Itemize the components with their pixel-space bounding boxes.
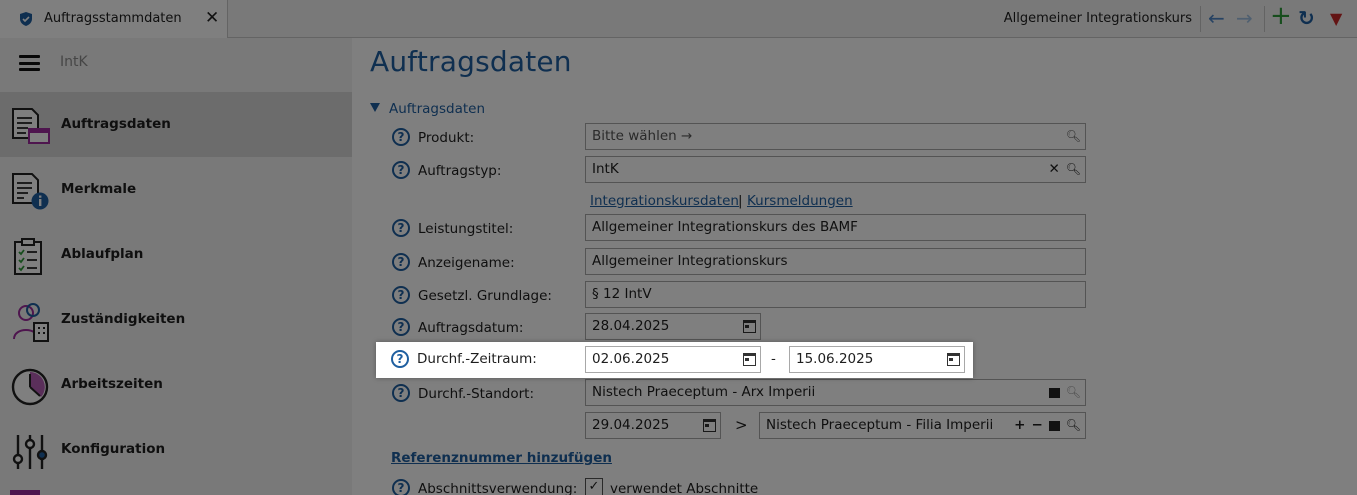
shield-icon [20, 12, 32, 26]
toolbar-divider [1200, 6, 1201, 32]
sidebar-item-zustaendigkeiten[interactable]: Zuständigkeiten [0, 287, 352, 352]
label-durchf-standort: Durchf.-Standort: [418, 386, 535, 402]
chevron-right-icon: > [735, 416, 748, 434]
label-anzeigename: Anzeigename: [418, 255, 515, 271]
label-auftragsdatum: Auftragsdatum: [418, 320, 524, 336]
auftragstyp-field[interactable]: IntK ✕ 🔍︎ [585, 156, 1086, 183]
calendar-icon[interactable] [703, 419, 716, 432]
sidebar-item-auftragsdaten[interactable]: Auftragsdaten [0, 92, 352, 157]
search-icon[interactable]: 🔍︎ [1066, 124, 1081, 149]
tab-label: Auftragsstammdaten [44, 11, 182, 26]
label-produkt: Produkt: [418, 130, 475, 146]
next-nav-icon-partial [10, 490, 40, 495]
link-integrationskursdaten[interactable]: Integrationskursdaten [590, 193, 739, 209]
sidebar-item-label: Konfiguration [61, 441, 166, 457]
document-info-icon [12, 173, 49, 210]
standort-date-input[interactable]: 29.04.2025 [585, 412, 721, 439]
label-leistungstitel: Leistungstitel: [418, 221, 514, 237]
top-bar: Auftragsstammdaten ✕ Allgemeiner Integra… [0, 0, 1357, 38]
sidebar-item-label: Arbeitszeiten [61, 376, 163, 392]
leistungstitel-input[interactable]: Allgemeiner Integrationskurs des BAMF [585, 214, 1086, 241]
sidebar-item-label: Zuständigkeiten [61, 311, 186, 327]
standort2-field[interactable]: Nistech Praeceptum - Filia Imperii + − 🔍… [759, 412, 1086, 439]
help-icon[interactable]: ? [392, 384, 410, 402]
main-content: Auftragsdaten Auftragsdaten ? Produkt: B… [352, 38, 1357, 495]
clock-icon [11, 368, 49, 406]
back-arrow-icon[interactable]: ← [1208, 5, 1225, 31]
help-icon[interactable]: ? [392, 253, 410, 271]
search-icon[interactable]: 🔍︎ [1066, 157, 1081, 182]
building-icon[interactable] [1048, 387, 1060, 398]
sidebar-item-label: Ablaufplan [61, 246, 144, 262]
help-icon[interactable]: ? [392, 286, 410, 304]
standort-field[interactable]: Nistech Praeceptum - Arx Imperii 🔍︎ [585, 379, 1086, 406]
page-title: Auftragsdaten [370, 45, 572, 78]
hamburger-menu-icon[interactable] [19, 55, 40, 71]
grundlage-input[interactable]: § 12 IntV [585, 281, 1086, 308]
abschnitt-checkbox[interactable]: ✓ [585, 478, 603, 495]
minus-icon[interactable]: − [1031, 413, 1042, 438]
calendar-icon[interactable] [947, 353, 960, 366]
sidebar: IntK Auftragsdaten Merkmale Ablaufplan Z… [0, 38, 352, 495]
document-window-icon [12, 108, 50, 144]
auftragsdatum-input[interactable]: 28.04.2025 [585, 313, 761, 340]
header-title: Allgemeiner Integrationskurs [1003, 11, 1192, 26]
dropdown-menu-icon[interactable]: ▼ [1330, 6, 1342, 32]
collapse-triangle-icon[interactable] [370, 103, 380, 112]
anzeigename-input[interactable]: Allgemeiner Integrationskurs [585, 248, 1086, 275]
sidebar-item-konfiguration[interactable]: Konfiguration [0, 417, 352, 482]
calendar-icon[interactable] [743, 320, 756, 333]
building-icon[interactable] [1048, 420, 1060, 431]
tab-auftragsstammdaten[interactable]: Auftragsstammdaten ✕ [0, 0, 228, 38]
help-icon[interactable]: ? [392, 479, 410, 495]
clear-icon[interactable]: ✕ [1048, 157, 1059, 182]
toolbar-divider [1264, 6, 1265, 32]
sidebar-item-label: Auftragsdaten [61, 116, 171, 132]
produkt-field[interactable]: Bitte wählen → 🔍︎ [585, 123, 1086, 150]
close-icon[interactable]: ✕ [205, 8, 219, 28]
link-kursmeldungen[interactable]: Kursmeldungen [747, 193, 853, 209]
plus-icon[interactable]: + [1270, 3, 1292, 29]
search-icon[interactable]: 🔍︎ [1066, 380, 1081, 405]
section-header-auftragsdaten[interactable]: Auftragsdaten [370, 101, 485, 117]
help-icon[interactable]: ? [392, 318, 410, 336]
forward-arrow-icon[interactable]: → [1236, 5, 1253, 31]
search-icon[interactable]: 🔍︎ [1066, 413, 1081, 438]
calendar-icon[interactable] [743, 353, 756, 366]
person-building-icon [13, 303, 49, 342]
sidebar-item-label: Merkmale [61, 181, 137, 197]
help-icon[interactable]: ? [392, 128, 410, 146]
range-dash: - [771, 351, 776, 367]
help-icon[interactable]: ? [391, 350, 409, 368]
refresh-icon[interactable]: ↻ [1298, 5, 1315, 31]
sliders-icon [12, 435, 48, 469]
abschnitt-checkbox-label: verwendet Abschnitte [610, 481, 759, 495]
help-icon[interactable]: ? [392, 161, 410, 179]
label-auftragstyp: Auftragstyp: [418, 163, 502, 179]
plus-icon[interactable]: + [1014, 413, 1025, 438]
zeitraum-from-input[interactable]: 02.06.2025 [585, 346, 761, 373]
link-separator: | [738, 193, 743, 209]
sidebar-item-merkmale[interactable]: Merkmale [0, 157, 352, 222]
breadcrumb: IntK [60, 54, 88, 70]
sidebar-item-ablaufplan[interactable]: Ablaufplan [0, 222, 352, 287]
label-gesetzl-grundlage: Gesetzl. Grundlage: [418, 288, 552, 304]
help-icon[interactable]: ? [392, 219, 410, 237]
highlighted-durchf-zeitraum-row: ? Durchf.-Zeitraum: 02.06.2025 - 15.06.2… [376, 342, 973, 378]
sidebar-item-arbeitszeiten[interactable]: Arbeitszeiten [0, 352, 352, 417]
zeitraum-to-input[interactable]: 15.06.2025 [789, 346, 965, 373]
label-abschnittsverwendung: Abschnittsverwendung: [418, 481, 578, 495]
label-durchf-zeitraum: Durchf.-Zeitraum: [417, 351, 537, 367]
clipboard-checklist-icon [14, 238, 42, 275]
link-referenznummer-hinzufuegen[interactable]: Referenznummer hinzufügen [391, 450, 612, 466]
